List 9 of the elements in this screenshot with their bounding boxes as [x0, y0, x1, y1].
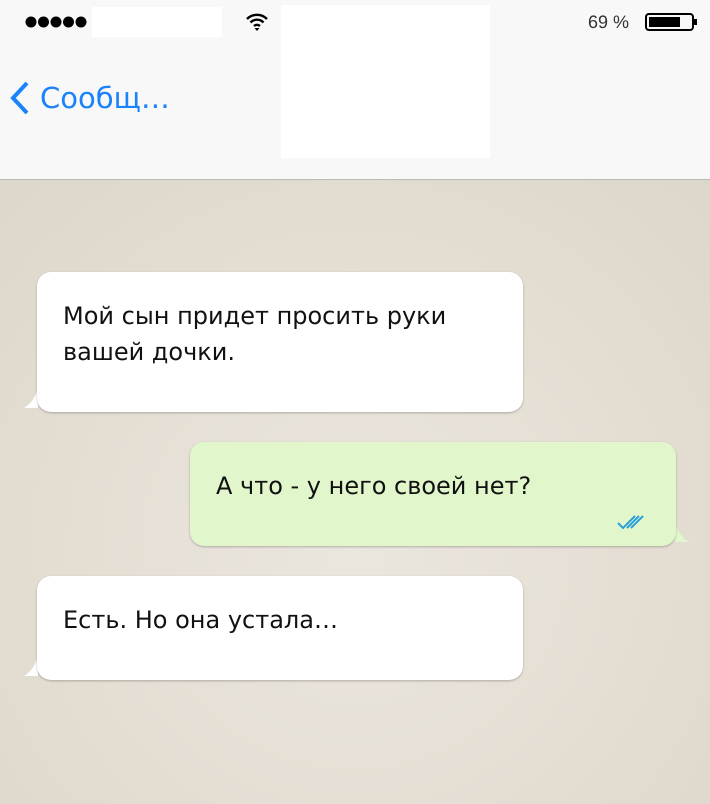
- signal-icon: [25, 16, 87, 28]
- battery-percent: 69 %: [588, 12, 629, 32]
- battery-icon: [645, 13, 697, 31]
- message-text: Мой сын придет просить руки вашей дочки.: [63, 302, 446, 366]
- back-button[interactable]: Сообщ…: [10, 81, 170, 115]
- message-text: А что - у него своей нет?: [216, 472, 532, 500]
- message-text: Есть. Но она устала…: [63, 606, 338, 634]
- back-icon: [10, 81, 30, 115]
- wifi-icon: [245, 13, 269, 31]
